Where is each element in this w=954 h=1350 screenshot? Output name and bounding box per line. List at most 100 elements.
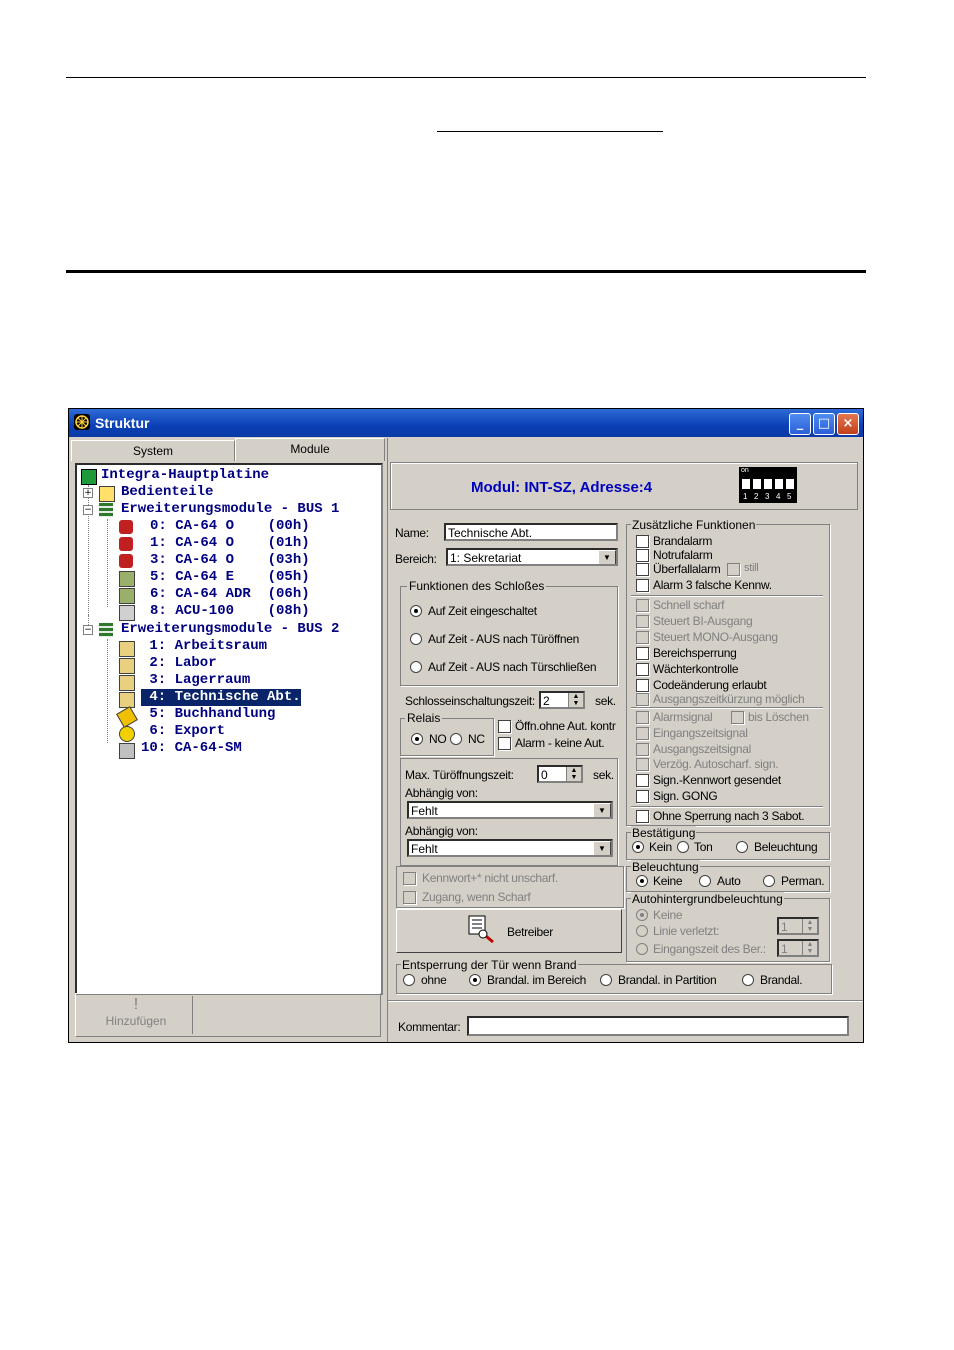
tree-item[interactable]: 6: Export — [141, 723, 225, 740]
oeffn-checkbox[interactable] — [498, 720, 511, 733]
reader-icon — [119, 675, 135, 691]
tree-item[interactable]: 3: CA-64 O (03h) — [150, 552, 310, 569]
entsperrung-radio[interactable] — [742, 974, 754, 986]
entsperrung-radio[interactable] — [469, 974, 481, 986]
abhaengig-select-1[interactable]: Fehlt ▼ — [407, 801, 613, 819]
linie-spinner[interactable]: 1 ▲ ▼ — [777, 917, 819, 935]
collapse-icon[interactable]: − — [83, 625, 93, 635]
tab-module[interactable]: Module — [235, 438, 385, 461]
tree-item[interactable]: 5: Buchhandlung — [141, 706, 275, 723]
tree-bedienteile[interactable]: Bedienteile — [121, 484, 213, 501]
max-open-spinner[interactable]: 0 ▲ ▼ — [537, 765, 583, 783]
lock-time-spinner[interactable]: 2 ▲ ▼ — [539, 691, 585, 709]
collapse-icon[interactable]: − — [83, 505, 93, 515]
tree-item[interactable]: 2: Labor — [141, 655, 216, 672]
verzoeg-autoscharf-checkbox[interactable] — [636, 758, 649, 771]
ausgangszeitsignal-checkbox[interactable] — [636, 743, 649, 756]
tree-item[interactable]: 10: CA-64-SM — [141, 740, 242, 757]
sm-module-icon — [119, 743, 135, 759]
title-bar[interactable]: Struktur _ □ × — [69, 409, 863, 437]
minimize-button[interactable]: _ — [789, 413, 811, 435]
lock-option-radio[interactable] — [410, 633, 422, 645]
waechterkontrolle-checkbox[interactable] — [636, 663, 649, 676]
eingangszeit-spinner[interactable]: 1 ▲ ▼ — [777, 939, 819, 957]
ohne-sperrung-checkbox[interactable] — [636, 810, 649, 823]
tree-bus2[interactable]: Erweiterungsmodule - BUS 2 — [121, 621, 339, 638]
schnell-scharf-checkbox[interactable] — [636, 599, 649, 612]
kennwort-checkbox[interactable] — [403, 872, 416, 885]
beleuchtung-radio[interactable] — [699, 875, 711, 887]
beleuchtung-radio[interactable] — [636, 875, 648, 887]
section-rule-thick — [66, 270, 866, 273]
mono-ausgang-checkbox[interactable] — [636, 631, 649, 644]
spin-arrows-icon[interactable]: ▲ ▼ — [802, 941, 817, 955]
spin-arrows-icon[interactable]: ▲ ▼ — [568, 693, 583, 707]
bis-loeschen-checkbox[interactable] — [731, 711, 744, 724]
relais-nc-radio[interactable] — [450, 733, 462, 745]
brandalarm-checkbox[interactable] — [636, 535, 649, 548]
alarmsignal-checkbox[interactable] — [636, 711, 649, 724]
codeaenderung-checkbox[interactable] — [636, 679, 649, 692]
struktur-window: Struktur _ □ × System Module Integra-Hau… — [68, 408, 864, 1043]
sign-kennwort-checkbox[interactable] — [636, 774, 649, 787]
notrufalarm-checkbox[interactable] — [636, 549, 649, 562]
alarm3-label: Alarm 3 falsche Kennw. — [653, 578, 772, 592]
bestaetigung-radio[interactable] — [736, 841, 748, 853]
output-module-icon — [119, 520, 133, 534]
still-checkbox[interactable] — [727, 563, 740, 576]
bestaetigung-radio[interactable] — [677, 841, 689, 853]
alarm-keine-checkbox[interactable] — [498, 737, 511, 750]
name-field[interactable]: Technische Abt. — [444, 523, 618, 541]
entsperrung-radio[interactable] — [600, 974, 612, 986]
alarm3-checkbox[interactable] — [636, 579, 649, 592]
bestaetigung-radio[interactable] — [632, 841, 644, 853]
tree-item[interactable]: 3: Lagerraum — [141, 672, 250, 689]
autohintergrund-radio[interactable] — [636, 943, 648, 955]
tree-item[interactable]: 6: CA-64 ADR (06h) — [150, 586, 310, 603]
dropdown-arrow-icon[interactable]: ▼ — [593, 803, 611, 817]
expand-icon[interactable]: + — [83, 488, 93, 498]
tree-item[interactable]: 8: ACU-100 (08h) — [150, 603, 310, 620]
waechterkontrolle-label: Wächterkontrolle — [653, 662, 739, 676]
tree-item[interactable]: 0: CA-64 O (00h) — [150, 518, 310, 535]
reader-icon — [119, 692, 135, 708]
ueberfallalarm-checkbox[interactable] — [636, 563, 649, 576]
entsperrung-radio[interactable] — [403, 974, 415, 986]
add-button[interactable]: ! Hinzufügen — [80, 996, 193, 1034]
lock-option-radio[interactable] — [410, 661, 422, 673]
close-button[interactable]: × — [837, 413, 859, 435]
bereich-select[interactable]: 1: Sekretariat ▼ — [446, 548, 618, 566]
lock-option-radio[interactable] — [410, 605, 422, 617]
tree-item[interactable]: 1: CA-64 O (01h) — [150, 535, 310, 552]
bereichsperrung-checkbox[interactable] — [636, 647, 649, 660]
dropdown-arrow-icon[interactable]: ▼ — [593, 841, 611, 855]
max-open-value: 0 — [541, 768, 548, 782]
tree-item[interactable]: 5: CA-64 E (05h) — [150, 569, 310, 586]
autohintergrund-radio[interactable] — [636, 925, 648, 937]
autohintergrund-radio[interactable] — [636, 909, 648, 921]
betreiber-button[interactable]: Betreiber — [396, 909, 622, 953]
zugang-checkbox[interactable] — [403, 891, 416, 904]
sign-gong-label: Sign. GONG — [653, 789, 718, 803]
dropdown-arrow-icon[interactable]: ▼ — [598, 550, 616, 564]
entsperrung-group: Entsperrung der Tür wenn Brand ohne Bran… — [396, 958, 832, 994]
spin-arrows-icon[interactable]: ▲ ▼ — [802, 919, 817, 933]
maximize-button[interactable]: □ — [813, 413, 835, 435]
spin-arrows-icon[interactable]: ▲ ▼ — [566, 767, 581, 781]
abhaengig-select-2[interactable]: Fehlt ▼ — [407, 839, 613, 857]
relais-no-radio[interactable] — [411, 733, 423, 745]
tree-item[interactable]: 1: Arbeitsraum — [141, 638, 267, 655]
beleuchtung-radio[interactable] — [763, 875, 775, 887]
eingangszeitsignal-checkbox[interactable] — [636, 727, 649, 740]
tree-root[interactable]: Integra-Hauptplatine — [101, 467, 269, 484]
tree-bus1[interactable]: Erweiterungsmodule - BUS 1 — [121, 501, 339, 518]
bi-ausgang-checkbox[interactable] — [636, 615, 649, 628]
module-tree[interactable]: Integra-Hauptplatine + Bedienteile − Erw… — [75, 463, 383, 995]
bestaetigung-label: Kein — [649, 840, 672, 854]
tab-system[interactable]: System — [71, 440, 235, 461]
kommentar-field[interactable] — [467, 1016, 849, 1036]
ausgangszeitkuerzung-checkbox[interactable] — [636, 693, 649, 706]
sign-gong-checkbox[interactable] — [636, 790, 649, 803]
tree-item-selected[interactable]: 4: Technische Abt. — [141, 689, 301, 706]
dip-number: 4 — [776, 492, 781, 501]
